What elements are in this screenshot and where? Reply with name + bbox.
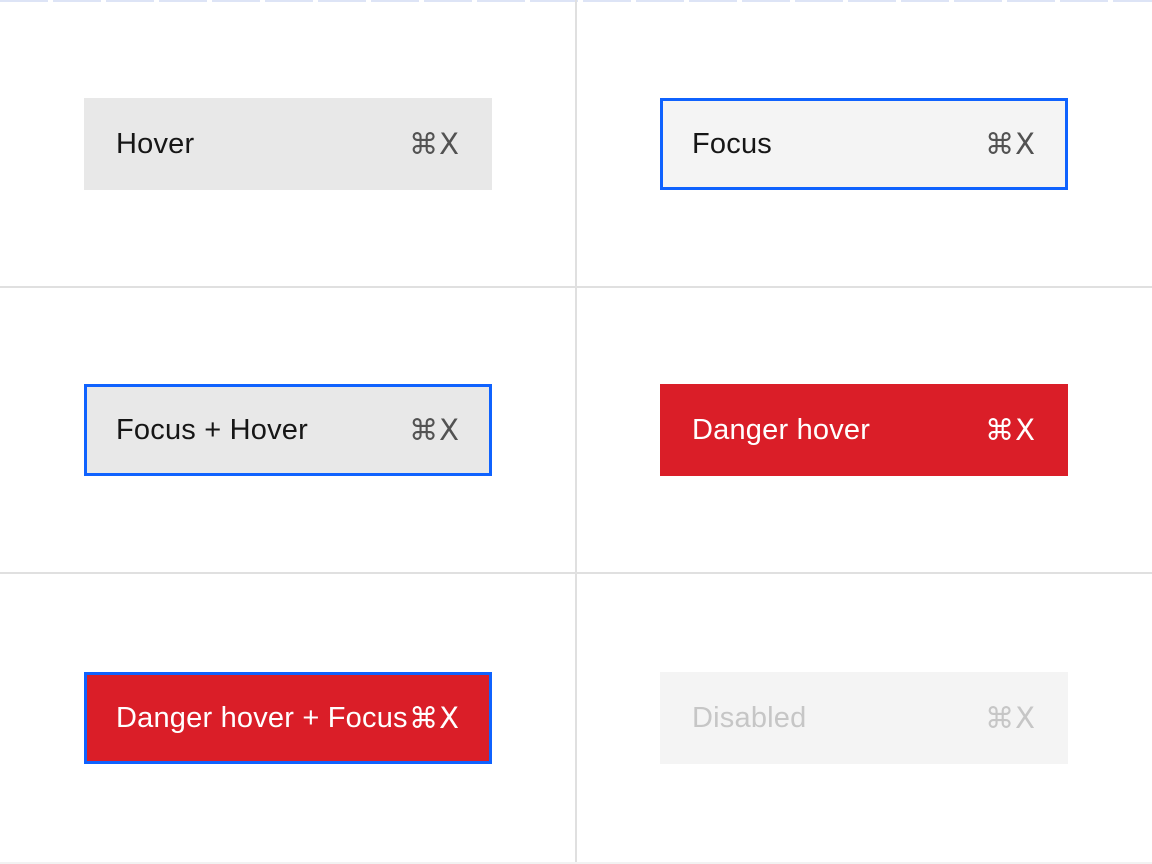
grid-horizontal-divider-1 — [0, 286, 1152, 288]
shortcut-hint: ⌘X — [985, 701, 1036, 735]
shortcut-hint: ⌘X — [409, 701, 460, 735]
menu-item-hover[interactable]: Hover ⌘X — [84, 98, 492, 190]
menu-item-danger-hover-focus[interactable]: Danger hover + Focus ⌘X — [84, 672, 492, 764]
menu-item-focus[interactable]: Focus ⌘X — [660, 98, 1068, 190]
shortcut-hint: ⌘X — [409, 413, 460, 447]
shortcut-hint: ⌘X — [985, 127, 1036, 161]
menu-item-label: Danger hover — [692, 414, 870, 447]
shortcut-hint: ⌘X — [409, 127, 460, 161]
menu-item-label: Focus — [692, 128, 772, 161]
shortcut-hint: ⌘X — [985, 413, 1036, 447]
menu-item-danger-hover[interactable]: Danger hover ⌘X — [660, 384, 1068, 476]
menu-item-focus-hover[interactable]: Focus + Hover ⌘X — [84, 384, 492, 476]
menu-item-disabled[interactable]: Disabled ⌘X — [660, 672, 1068, 764]
menu-item-label: Focus + Hover — [116, 414, 308, 447]
menu-item-label: Disabled — [692, 702, 806, 735]
menu-item-label: Hover — [116, 128, 194, 161]
grid-vertical-divider — [575, 0, 577, 864]
menu-item-states-canvas: Hover ⌘X Focus ⌘X Focus + Hover ⌘X Dange… — [0, 0, 1152, 864]
menu-item-label: Danger hover + Focus — [116, 702, 408, 735]
grid-horizontal-divider-2 — [0, 572, 1152, 574]
